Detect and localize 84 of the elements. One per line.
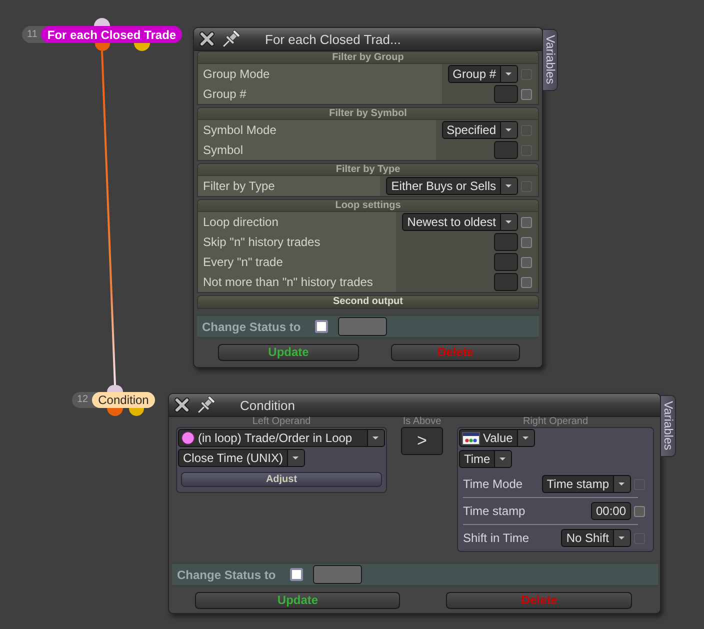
variables-tab[interactable]: Variables	[661, 395, 676, 457]
checkbox[interactable]	[521, 236, 532, 248]
checkbox[interactable]	[521, 216, 532, 228]
adjust-button[interactable]: Adjust	[181, 472, 382, 487]
flow-node[interactable]: 11 For each Closed Trade	[22, 26, 182, 43]
field-label: Loop direction	[203, 215, 278, 229]
close-icon[interactable]	[199, 31, 215, 47]
field-label: Not more than "n" history trades	[203, 275, 373, 289]
field-label: Filter by Type	[203, 179, 275, 193]
node-label[interactable]: For each Closed Trade	[41, 26, 182, 43]
node-number: 12	[77, 394, 88, 406]
field-label: Time Mode	[463, 477, 523, 491]
checkbox[interactable]	[521, 276, 532, 288]
caret-icon	[287, 450, 304, 466]
checkbox[interactable]	[290, 568, 303, 581]
dropdown[interactable]: Newest to oldest	[402, 213, 518, 231]
status-label: Change Status to	[202, 320, 301, 334]
field-label: Symbol Mode	[203, 123, 276, 137]
checkbox[interactable]	[521, 88, 532, 100]
input-port-icon[interactable]	[94, 18, 110, 26]
input-field[interactable]: 00:00	[590, 502, 631, 520]
output-port-icon[interactable]	[107, 408, 123, 416]
field-label: Symbol	[203, 143, 244, 157]
dropdown[interactable]: Either Buys or Sells	[386, 177, 518, 195]
status-label: Change Status to	[177, 568, 276, 582]
field-label: Skip "n" history trades	[203, 235, 320, 249]
input-field[interactable]	[494, 253, 518, 271]
column-label: Is Above	[402, 417, 442, 427]
node-label[interactable]: Condition	[92, 392, 155, 408]
caret-icon	[613, 476, 630, 492]
variables-tab[interactable]: Variables	[543, 29, 558, 91]
pin-icon[interactable]	[221, 29, 241, 49]
input-field[interactable]	[494, 85, 518, 103]
dropdown[interactable]: Time	[459, 450, 512, 468]
section-heading: Loop settings	[198, 200, 538, 212]
input-field[interactable]	[494, 233, 518, 251]
dropdown[interactable]: Close Time (UNIX)	[178, 449, 306, 467]
dropdown[interactable]: Group #	[448, 65, 518, 83]
caret-icon	[367, 430, 384, 446]
section-heading: Filter by Type	[198, 164, 538, 176]
checkbox[interactable]	[314, 320, 328, 333]
caret-icon	[500, 214, 517, 230]
panel-title: Condition	[240, 398, 295, 412]
close-icon[interactable]	[174, 397, 190, 413]
update-button[interactable]: Update	[218, 344, 360, 361]
column-label: Right Operand	[522, 417, 588, 427]
status-field[interactable]	[338, 317, 387, 336]
caret-icon	[613, 530, 630, 546]
output-port-icon[interactable]	[129, 408, 144, 416]
operator-button[interactable]: >	[401, 427, 443, 455]
caret-icon	[500, 66, 517, 82]
dropdown[interactable]: No Shift	[561, 529, 631, 547]
update-button[interactable]: Update	[195, 592, 400, 609]
field-label: Every "n" trade	[203, 255, 283, 269]
field-label: Group Mode	[203, 67, 270, 81]
field-label: Shift in Time	[463, 531, 530, 545]
column-label: Left Operand	[252, 417, 311, 427]
input-field[interactable]	[494, 273, 518, 291]
caret-icon	[500, 122, 517, 138]
status-field[interactable]	[312, 565, 362, 584]
caret-icon	[494, 451, 512, 467]
output-port-icon[interactable]	[134, 43, 150, 51]
dropdown[interactable]: Specified	[442, 121, 518, 139]
checkbox[interactable]	[634, 506, 645, 516]
field-label: Group #	[203, 87, 246, 101]
checkbox[interactable]	[521, 256, 532, 268]
card-icon	[462, 432, 480, 444]
dropdown[interactable]: Value	[459, 429, 535, 447]
caret-icon	[500, 178, 517, 194]
output-port-icon[interactable]	[95, 43, 110, 51]
caret-icon	[516, 430, 534, 446]
section-heading: Second output	[197, 295, 539, 309]
circle-icon	[181, 431, 195, 445]
flow-node[interactable]: 12 Condition	[72, 392, 155, 408]
panel-title: For each Closed Trad...	[265, 32, 401, 46]
input-port-icon[interactable]	[107, 385, 123, 392]
dropdown[interactable]: Time stamp	[542, 475, 631, 493]
input-field[interactable]	[494, 141, 518, 159]
node-number: 11	[27, 28, 38, 40]
section-heading: Filter by Symbol	[198, 108, 538, 120]
field-label: Time stamp	[463, 504, 526, 518]
section-heading: Filter by Group	[198, 52, 538, 64]
pin-icon[interactable]	[196, 395, 216, 415]
dropdown[interactable]: (in loop) Trade/Order in Loop	[178, 429, 385, 447]
